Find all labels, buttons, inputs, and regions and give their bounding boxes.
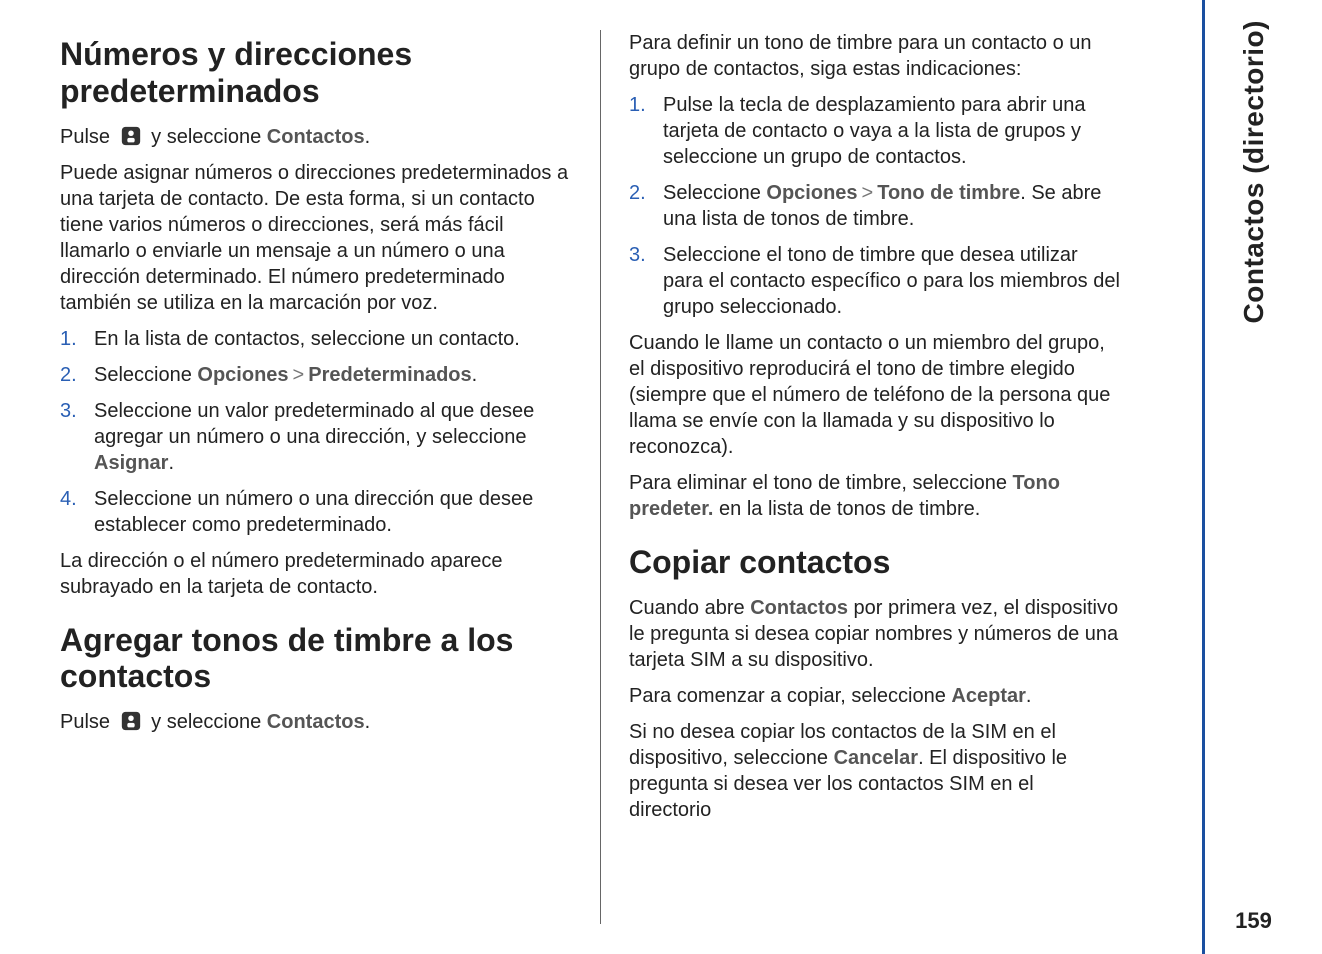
step-text: En la lista de contactos, seleccione un … [94, 328, 520, 350]
separator: > [862, 182, 874, 204]
bold-asignar: Asignar [94, 452, 168, 474]
heading-copy-contacts: Copiar contactos [629, 544, 1120, 581]
bold-contactos: Contactos [267, 126, 365, 148]
right-column: Para definir un tono de timbre para un c… [600, 30, 1140, 924]
paragraph-copy-cancel: Si no desea copiar los contactos de la S… [629, 719, 1120, 823]
text: Cuando abre [629, 597, 750, 619]
step-text: Pulse la tecla de desplazamiento para ab… [663, 94, 1085, 168]
step-text: Seleccione un valor predeterminado al qu… [94, 400, 534, 448]
step-number: 4. [60, 486, 77, 512]
steps-list-ringtone: 1. Pulse la tecla de desplazamiento para… [629, 92, 1120, 320]
list-item: 2. Seleccione Opciones>Tono de timbre. S… [629, 180, 1120, 232]
bold-contactos: Contactos [267, 711, 365, 733]
step-number: 3. [60, 398, 77, 424]
menu-key-icon [120, 125, 142, 147]
step-text: Seleccione el tono de timbre que desea u… [663, 244, 1120, 318]
text: y seleccione [151, 711, 267, 733]
list-item: 3. Seleccione el tono de timbre que dese… [629, 242, 1120, 320]
paragraph-ringtone-play: Cuando le llame un contacto o un miembro… [629, 330, 1120, 460]
text: y seleccione [151, 126, 267, 148]
separator: > [293, 364, 305, 386]
bold-contactos: Contactos [750, 597, 848, 619]
paragraph-copy-accept: Para comenzar a copiar, seleccione Acept… [629, 683, 1120, 709]
step-text: . [472, 364, 478, 386]
paragraph-defaults-desc: Puede asignar números o direcciones pred… [60, 160, 570, 316]
list-item: 4. Seleccione un número o una dirección … [60, 486, 570, 538]
text: Para comenzar a copiar, seleccione [629, 685, 951, 707]
steps-list-defaults: 1. En la lista de contactos, seleccione … [60, 326, 570, 538]
step-number: 1. [60, 326, 77, 352]
text: Pulse [60, 126, 116, 148]
step-text: Seleccione [663, 182, 766, 204]
bold-opciones: Opciones [197, 364, 288, 386]
paragraph-ringtone-intro: Para definir un tono de timbre para un c… [629, 30, 1120, 82]
left-column: Números y direcciones predeterminados Pu… [60, 30, 600, 924]
side-tab: Contactos (directorio) 159 [1202, 0, 1302, 954]
text: . [365, 126, 371, 148]
document-page: Números y direcciones predeterminados Pu… [0, 0, 1322, 954]
step-text: Seleccione un número o una dirección que… [94, 488, 533, 536]
bold-predeterminados: Predeterminados [308, 364, 471, 386]
step-text: Seleccione [94, 364, 197, 386]
paragraph-remove-ringtone: Para eliminar el tono de timbre, selecci… [629, 470, 1120, 522]
heading-ringtones: Agregar tonos de timbre a los contactos [60, 622, 570, 696]
list-item: 3. Seleccione un valor predeterminado al… [60, 398, 570, 476]
page-number: 159 [1235, 908, 1272, 934]
list-item: 1. En la lista de contactos, seleccione … [60, 326, 570, 352]
step-number: 3. [629, 242, 646, 268]
bold-cancelar: Cancelar [834, 747, 919, 769]
paragraph-underlined: La dirección o el número predeterminado … [60, 548, 570, 600]
step-number: 2. [60, 362, 77, 388]
list-item: 1. Pulse la tecla de desplazamiento para… [629, 92, 1120, 170]
step-text: . [168, 452, 174, 474]
text: Pulse [60, 711, 116, 733]
list-item: 2. Seleccione Opciones>Predeterminados. [60, 362, 570, 388]
text: . [1026, 685, 1032, 707]
step-number: 1. [629, 92, 646, 118]
section-title: Contactos (directorio) [1238, 20, 1270, 323]
bold-tono-de-timbre: Tono de timbre [877, 182, 1020, 204]
menu-key-icon [120, 710, 142, 732]
step-number: 2. [629, 180, 646, 206]
bold-opciones: Opciones [766, 182, 857, 204]
heading-defaults: Números y direcciones predeterminados [60, 36, 570, 110]
text: Para eliminar el tono de timbre, selecci… [629, 472, 1013, 494]
text: en la lista de tonos de timbre. [713, 498, 980, 520]
paragraph-copy-intro: Cuando abre Contactos por primera vez, e… [629, 595, 1120, 673]
text: . [365, 711, 371, 733]
press-select-contactos-1: Pulse y seleccione Contactos. [60, 124, 570, 150]
press-select-contactos-2: Pulse y seleccione Contactos. [60, 709, 570, 735]
bold-aceptar: Aceptar [951, 685, 1025, 707]
